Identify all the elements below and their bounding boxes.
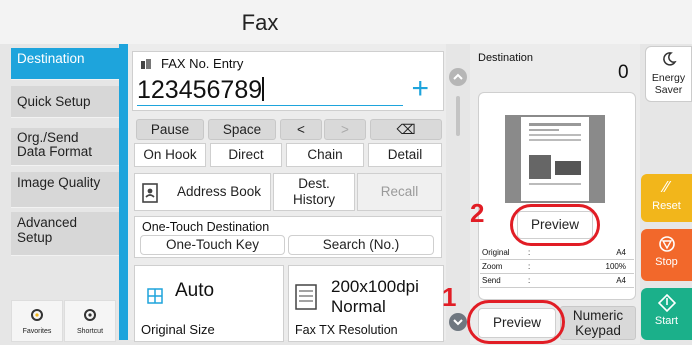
title-bar: Fax	[0, 0, 692, 44]
cursor-right-key[interactable]: >	[324, 119, 366, 140]
tab-label: Destination	[17, 51, 85, 66]
tab-advanced-setup[interactable]: Advanced Setup	[11, 212, 119, 256]
fax-number-input[interactable]: 123456789	[137, 76, 403, 106]
stop-icon	[658, 236, 675, 252]
destination-panel-label: Destination	[478, 52, 534, 64]
chevron-up-icon	[453, 73, 463, 80]
numeric-keypad-button[interactable]: Numeric Keypad	[560, 306, 636, 340]
preview-thumbnail-page	[521, 117, 589, 201]
one-touch-key-button[interactable]: One-Touch Key	[140, 235, 285, 255]
reset-label: Reset	[652, 200, 681, 212]
address-book-icon	[142, 183, 158, 203]
callout-number-1: 1	[442, 282, 457, 312]
original-size-button[interactable]: Auto Original Size	[134, 265, 284, 342]
shortcut-label: Shortcut	[76, 328, 104, 335]
gear-icon	[84, 309, 96, 321]
reset-icon: ⁄⁄	[663, 179, 670, 196]
fax-tx-resolution-button[interactable]: 200x100dpi Normal Fax TX Resolution	[288, 265, 444, 342]
tab-label: Image Quality	[17, 175, 101, 190]
resolution-label: Fax TX Resolution	[295, 323, 398, 337]
address-book-label: Address Book	[177, 184, 262, 199]
search-number-button[interactable]: Search (No.)	[288, 235, 434, 255]
address-book-button[interactable]: Address Book	[134, 173, 271, 211]
tab-destination[interactable]: Destination	[11, 48, 119, 80]
space-key[interactable]: Space	[208, 119, 276, 140]
add-destination-button[interactable]: +	[411, 72, 429, 106]
text-cursor	[262, 77, 264, 101]
energy-saver-button[interactable]: Energy Saver	[645, 46, 692, 102]
favorites-label: Favorites	[22, 328, 52, 335]
original-size-label: Original Size	[141, 322, 215, 337]
tab-quick-setup[interactable]: Quick Setup	[11, 86, 119, 118]
favorites-button[interactable]: Favorites	[11, 300, 63, 342]
resolution-icon	[295, 284, 317, 310]
fax-number-entry[interactable]: FAX No. Entry 123456789 +	[132, 51, 444, 111]
one-touch-label: One-Touch Destination	[142, 220, 270, 234]
tab-label: Advanced Setup	[17, 215, 78, 245]
stop-button[interactable]: Stop	[641, 229, 692, 281]
active-tab-indicator	[119, 44, 128, 340]
callout-ring-2	[510, 204, 600, 246]
shortcut-button[interactable]: Shortcut	[64, 300, 116, 342]
auto-size-icon	[147, 288, 163, 304]
reset-button[interactable]: ⁄⁄ Reset	[641, 174, 692, 222]
stop-label: Stop	[655, 256, 678, 268]
on-hook-button[interactable]: On Hook	[134, 143, 206, 167]
resolution-value: 200x100dpi Normal	[331, 277, 419, 316]
cursor-left-key[interactable]: <	[280, 119, 322, 140]
preview-thumbnail-frame	[505, 115, 605, 203]
scroll-up-button[interactable]	[449, 68, 467, 86]
info-row-original: Original : A4	[480, 248, 634, 260]
page-title: Fax	[241, 10, 279, 35]
recall-button[interactable]: Recall	[357, 173, 442, 211]
tab-org-send-data-format[interactable]: Org./Send Data Format	[11, 128, 119, 166]
scrollbar-thumb[interactable]	[456, 96, 460, 136]
start-button[interactable]: Start	[641, 288, 692, 340]
original-info-table: Original : A4 Zoom : 100% Send : A4	[480, 248, 634, 294]
pause-key[interactable]: Pause	[136, 119, 204, 140]
moon-icon	[662, 52, 677, 66]
destination-count: 0	[618, 62, 629, 83]
scroll-down-button[interactable]	[449, 313, 467, 331]
callout-ring-1	[467, 300, 565, 344]
chevron-down-icon	[453, 319, 463, 326]
chain-button[interactable]: Chain	[286, 143, 364, 167]
callout-number-2: 2	[470, 198, 485, 228]
direct-button[interactable]: Direct	[210, 143, 282, 167]
tab-image-quality[interactable]: Image Quality	[11, 172, 119, 208]
energy-saver-label: Energy Saver	[651, 72, 686, 96]
info-row-zoom: Zoom : 100%	[480, 262, 634, 274]
fax-number-value: 123456789	[137, 76, 263, 104]
detail-button[interactable]: Detail	[368, 143, 442, 167]
tab-label: Quick Setup	[17, 94, 91, 109]
info-row-send: Send : A4	[480, 276, 634, 288]
start-label: Start	[654, 315, 679, 327]
fax-icon	[141, 59, 151, 69]
dest-history-button[interactable]: Dest. History	[273, 173, 355, 211]
backspace-key[interactable]: ⌫	[370, 119, 442, 140]
start-icon	[657, 293, 676, 313]
star-gear-icon	[31, 309, 43, 321]
original-size-value: Auto	[175, 280, 215, 301]
tab-label: Org./Send Data Format	[17, 130, 93, 159]
fax-entry-label: FAX No. Entry	[161, 56, 244, 71]
fax-screen: Fax Destination Quick Setup Org./Send Da…	[0, 0, 692, 345]
